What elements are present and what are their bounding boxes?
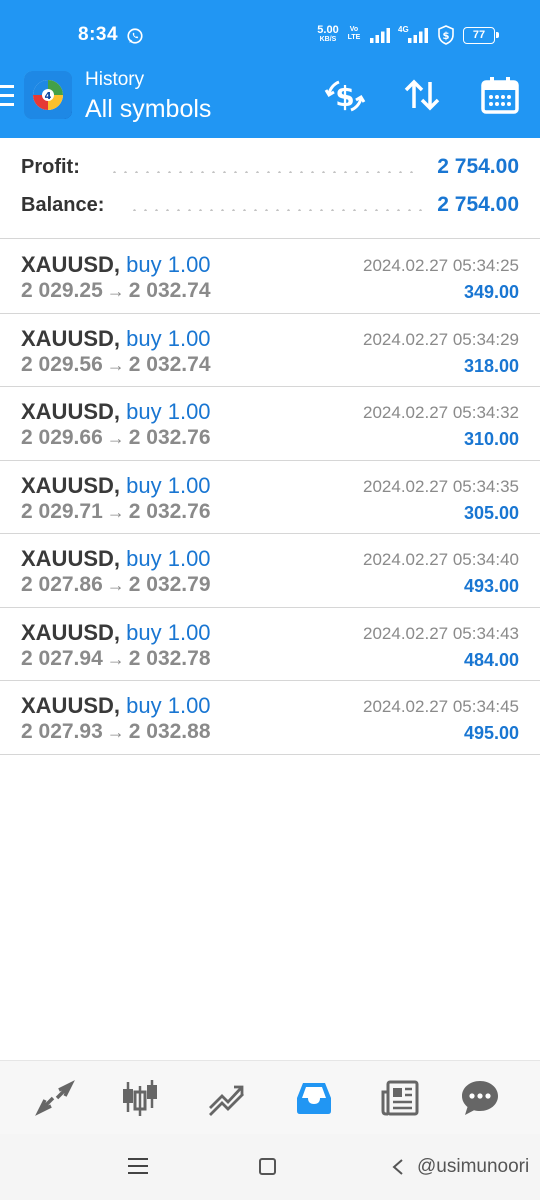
open-price: 2 027.86 (21, 573, 103, 596)
chart-icon[interactable] (207, 1078, 247, 1118)
close-price: 2 032.88 (128, 720, 211, 743)
trade-time: 2024.02.27 05:34:45 (363, 697, 519, 716)
close-price: 2 032.74 (128, 279, 211, 302)
svg-text:4: 4 (45, 91, 52, 102)
metatrader-logo: 4 (24, 71, 72, 119)
close-price: 2 032.79 (128, 573, 211, 596)
recents-icon[interactable] (128, 1158, 148, 1176)
close-price: 2 032.76 (128, 499, 211, 523)
trade-row[interactable]: XAUUSD, buy 1.00 2 027.86 → 2 032.79 2024.… (0, 534, 540, 608)
trade-row[interactable]: XAUUSD, buy 1.00 2 029.66 → 2 032.76 2024.… (0, 387, 540, 461)
open-price: 2 029.66 (21, 426, 103, 449)
quotes-candles-icon[interactable] (120, 1078, 160, 1118)
trade-symbol: XAUUSD, (21, 546, 121, 571)
menu-icon[interactable] (0, 85, 14, 107)
news-icon[interactable] (380, 1078, 420, 1118)
open-price: 2 027.94 (21, 646, 103, 670)
trade-row[interactable]: XAUUSD, buy 1.00 2 029.25 → 2 032.74 2024.… (0, 240, 540, 314)
trade-symbol: XAUUSD, (21, 472, 121, 498)
trade-side: buy 1.00 (126, 619, 211, 645)
trade-profit: 493.00 (463, 576, 519, 596)
trade-symbol: XAUUSD, (21, 619, 121, 645)
calendar-icon[interactable] (478, 74, 522, 118)
profit-label: Profit: (21, 156, 80, 178)
trade-time: 2024.02.27 05:34:29 (363, 329, 519, 349)
whatsapp-icon (127, 28, 143, 44)
account-summary: Profit: 2 754.00 Balance: 2 754.00 (0, 138, 540, 239)
network-speed: 5.00 KB/S (317, 24, 339, 44)
trade-time: 2024.02.27 05:34:43 (363, 623, 519, 643)
volte-indicator: Vo LTE (347, 26, 361, 41)
home-icon[interactable] (259, 1158, 276, 1175)
watermark-text: @usimunoori (417, 1156, 530, 1177)
close-price: 2 032.74 (128, 352, 211, 376)
trade-side: buy 1.00 (126, 472, 211, 498)
trade-profit: 484.00 (463, 649, 519, 670)
open-price: 2 029.71 (21, 499, 103, 523)
arrow-right-icon: → (106, 575, 125, 595)
trade-time: 2024.02.27 05:34:40 (363, 550, 519, 569)
trade-side: buy 1.00 (126, 693, 211, 718)
trade-time: 2024.02.27 05:34:32 (363, 403, 519, 422)
trade-side: buy 1.00 (126, 252, 211, 277)
arrow-right-icon: → (106, 428, 125, 448)
close-price: 2 032.78 (128, 646, 211, 670)
arrow-right-icon: → (106, 281, 125, 301)
trade-profit: 495.00 (463, 723, 519, 743)
trade-row[interactable]: XAUUSD, buy 1.00 2 027.93 → 2 032.88 2024.… (0, 681, 540, 755)
signal-strength-2-icon (408, 28, 428, 43)
app-bar: 4 History All symbols $ (0, 64, 540, 138)
arrow-right-icon: → (106, 648, 125, 669)
arrow-right-icon: → (106, 722, 125, 742)
trade-profit: 318.00 (463, 355, 519, 376)
trade-symbol: XAUUSD, (21, 693, 121, 718)
trade-symbol: XAUUSD, (21, 399, 121, 424)
battery-indicator: 77 (463, 27, 499, 44)
trade-row[interactable]: XAUUSD, buy 1.00 2 029.71 → 2 032.76 2024.… (0, 461, 540, 534)
balance-label: Balance: (21, 194, 105, 216)
profit-value: 2 754.00 (437, 155, 519, 178)
arrow-right-icon: → (106, 354, 125, 375)
symbol-filter[interactable]: All symbols (85, 95, 211, 124)
signal-strength-icon (370, 28, 390, 43)
balance-row: Balance: 2 754.00 (21, 192, 519, 222)
trade-side: buy 1.00 (126, 546, 211, 571)
trade-symbol: XAUUSD, (21, 325, 121, 351)
deposit-dollar-icon[interactable]: $ (323, 74, 367, 118)
close-price: 2 032.76 (128, 426, 211, 449)
arrow-right-icon: → (106, 501, 125, 522)
page-title: History (85, 69, 145, 90)
open-price: 2 029.56 (21, 352, 103, 376)
shield-dollar-icon: $ (438, 25, 454, 45)
bottom-navigation (0, 1060, 540, 1134)
open-price: 2 027.93 (21, 720, 103, 743)
messages-icon[interactable] (460, 1078, 500, 1118)
profit-row: Profit: 2 754.00 (21, 154, 519, 184)
trade-history-list: XAUUSD, buy 1.00 2 029.25 → 2 032.74 2024.… (0, 240, 540, 755)
system-navigation-bar: @usimunoori (0, 1134, 540, 1200)
status-time: 8:34 (78, 24, 119, 45)
trade-symbol: XAUUSD, (21, 252, 121, 277)
trade-profit: 310.00 (463, 429, 519, 449)
trade-side: buy 1.00 (126, 325, 211, 351)
svg-text:$: $ (443, 31, 450, 42)
trade-time: 2024.02.27 05:34:25 (363, 256, 519, 275)
status-bar: 8:34 5.00 KB/S Vo LTE 4G $ 77 (0, 0, 540, 64)
trade-profit: 349.00 (463, 282, 519, 302)
balance-value: 2 754.00 (437, 193, 519, 216)
back-icon[interactable] (390, 1158, 408, 1176)
trade-row[interactable]: XAUUSD, buy 1.00 2 027.94 → 2 032.78 2024.… (0, 608, 540, 681)
dotted-leader (109, 171, 415, 173)
trade-side: buy 1.00 (126, 399, 211, 424)
trade-profit: 305.00 (463, 502, 519, 523)
trade-row[interactable]: XAUUSD, buy 1.00 2 029.56 → 2 032.74 2024.… (0, 314, 540, 387)
trade-icon[interactable] (35, 1078, 75, 1118)
sort-icon[interactable] (400, 74, 444, 118)
app-header: 8:34 5.00 KB/S Vo LTE 4G $ 77 4 History … (0, 0, 540, 138)
history-inbox-icon[interactable] (294, 1078, 334, 1118)
trade-time: 2024.02.27 05:34:35 (363, 476, 519, 496)
open-price: 2 029.25 (21, 279, 103, 302)
dotted-leader (129, 209, 423, 211)
